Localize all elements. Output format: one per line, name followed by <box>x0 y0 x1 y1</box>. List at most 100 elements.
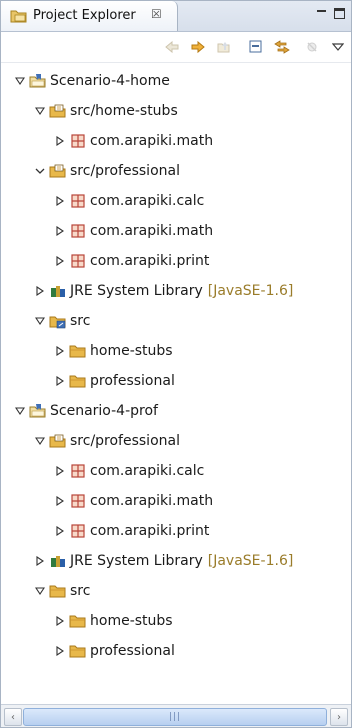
linked-folder-icon <box>49 316 66 329</box>
view-tab-bar: Project Explorer ☒ <box>1 1 351 32</box>
folder-icon <box>69 645 86 658</box>
scroll-right-button[interactable]: › <box>330 708 348 726</box>
expand-arrow-icon[interactable] <box>53 254 67 268</box>
tree-item-label: com.arapiki.math <box>90 133 214 149</box>
package-icon <box>71 254 85 268</box>
project-tree[interactable]: Scenario-4-home src/home-stubs com.arapiki… <box>1 63 351 695</box>
source-folder-icon <box>49 104 66 118</box>
collapse-arrow-icon[interactable] <box>33 164 47 178</box>
tree-item-label: com.arapiki.print <box>90 523 210 539</box>
tree-item-label: JRE System Library <box>70 283 203 299</box>
tree-item[interactable]: src/professional <box>1 157 180 185</box>
folder-icon <box>69 615 86 628</box>
tree-item[interactable]: JRE System Library [JavaSE-1.6] <box>1 277 293 305</box>
project-icon <box>29 74 46 88</box>
expand-arrow-icon[interactable] <box>53 464 67 478</box>
folder-icon <box>49 585 66 598</box>
library-icon <box>51 286 65 297</box>
tree-item-label: professional <box>90 643 175 659</box>
project-explorer-icon <box>10 10 27 23</box>
project-explorer-view: Project Explorer ☒ Scenario-4-home src/h… <box>0 0 352 728</box>
expand-arrow-icon[interactable] <box>53 374 67 388</box>
tree-item[interactable]: src <box>1 577 90 605</box>
collapse-arrow-icon[interactable] <box>13 404 27 418</box>
maximize-icon[interactable] <box>334 8 345 19</box>
expand-arrow-icon[interactable] <box>53 524 67 538</box>
tree-item-label: com.arapiki.calc <box>90 193 205 209</box>
collapse-arrow-icon[interactable] <box>13 74 27 88</box>
collapse-all-icon[interactable] <box>245 37 267 57</box>
collapse-arrow-icon[interactable] <box>33 314 47 328</box>
tree-item[interactable]: professional <box>1 637 175 665</box>
tree-item-label: src/professional <box>70 433 180 449</box>
close-icon[interactable]: ☒ <box>151 7 162 21</box>
project-icon <box>29 404 46 418</box>
tree-item[interactable]: home-stubs <box>1 607 173 635</box>
tree-item-label: com.arapiki.math <box>90 493 214 509</box>
scroll-left-button[interactable]: ‹ <box>4 708 22 726</box>
tree-item-label: src/home-stubs <box>70 103 178 119</box>
tree-item[interactable]: com.arapiki.print <box>1 517 209 545</box>
tree-item-decoration: [JavaSE-1.6] <box>207 283 294 299</box>
expand-arrow-icon[interactable] <box>53 644 67 658</box>
tree-item[interactable]: src <box>1 307 90 335</box>
tree-item-label: Scenario-4-home <box>50 73 170 89</box>
tree-item-label: com.arapiki.print <box>90 253 210 269</box>
tree-item-label: home-stubs <box>90 613 173 629</box>
package-icon <box>71 194 85 208</box>
collapse-arrow-icon[interactable] <box>33 434 47 448</box>
source-folder-icon <box>49 434 66 448</box>
tree-item[interactable]: src/professional <box>1 427 180 455</box>
link-with-editor-icon[interactable] <box>271 37 293 57</box>
tree-item-label: src <box>70 313 91 329</box>
folder-icon <box>69 375 86 388</box>
horizontal-scrollbar[interactable]: ‹ ||| › <box>1 704 351 727</box>
tree-item-label: home-stubs <box>90 343 173 359</box>
expand-arrow-icon[interactable] <box>53 614 67 628</box>
expand-arrow-icon[interactable] <box>53 494 67 508</box>
tree-item-label: professional <box>90 373 175 389</box>
scroll-thumb[interactable]: ||| <box>23 708 327 726</box>
tree-item-label: com.arapiki.math <box>90 223 214 239</box>
tree-item[interactable]: com.arapiki.math <box>1 487 213 515</box>
up-icon[interactable] <box>213 37 235 57</box>
collapse-arrow-icon[interactable] <box>33 584 47 598</box>
tree-item[interactable]: com.arapiki.math <box>1 127 213 155</box>
tree-item[interactable]: com.arapiki.print <box>1 247 209 275</box>
expand-arrow-icon[interactable] <box>33 554 47 568</box>
tree-item-label: src <box>70 583 91 599</box>
back-icon[interactable] <box>161 37 183 57</box>
minimize-icon[interactable] <box>316 7 328 19</box>
tree-item[interactable]: JRE System Library [JavaSE-1.6] <box>1 547 293 575</box>
tree-item-label: Scenario-4-prof <box>50 403 158 419</box>
library-icon <box>51 556 65 567</box>
tab-project-explorer[interactable]: Project Explorer ☒ <box>1 1 178 31</box>
window-controls <box>316 7 345 19</box>
package-icon <box>71 524 85 538</box>
tree-item[interactable]: Scenario-4-prof <box>1 397 158 425</box>
expand-arrow-icon[interactable] <box>33 284 47 298</box>
tree-item[interactable]: com.arapiki.calc <box>1 457 204 485</box>
filter-icon[interactable] <box>301 37 323 57</box>
view-menu-icon[interactable] <box>327 37 349 57</box>
folder-icon <box>69 345 86 358</box>
tree-item[interactable]: professional <box>1 367 175 395</box>
expand-arrow-icon[interactable] <box>53 344 67 358</box>
tree-item[interactable]: src/home-stubs <box>1 97 178 125</box>
scroll-grip-icon: ||| <box>168 712 182 722</box>
package-icon <box>71 494 85 508</box>
tree-item-label: com.arapiki.calc <box>90 463 205 479</box>
expand-arrow-icon[interactable] <box>53 224 67 238</box>
tree-item[interactable]: com.arapiki.math <box>1 217 213 245</box>
tree-item-label: JRE System Library <box>70 553 203 569</box>
forward-icon[interactable] <box>187 37 209 57</box>
tree-item[interactable]: home-stubs <box>1 337 173 365</box>
package-icon <box>71 134 85 148</box>
view-title: Project Explorer <box>33 8 136 23</box>
expand-arrow-icon[interactable] <box>53 134 67 148</box>
expand-arrow-icon[interactable] <box>53 194 67 208</box>
tree-item[interactable]: Scenario-4-home <box>1 67 170 95</box>
tree-item[interactable]: com.arapiki.calc <box>1 187 204 215</box>
tree-item-decoration: [JavaSE-1.6] <box>207 553 294 569</box>
collapse-arrow-icon[interactable] <box>33 104 47 118</box>
